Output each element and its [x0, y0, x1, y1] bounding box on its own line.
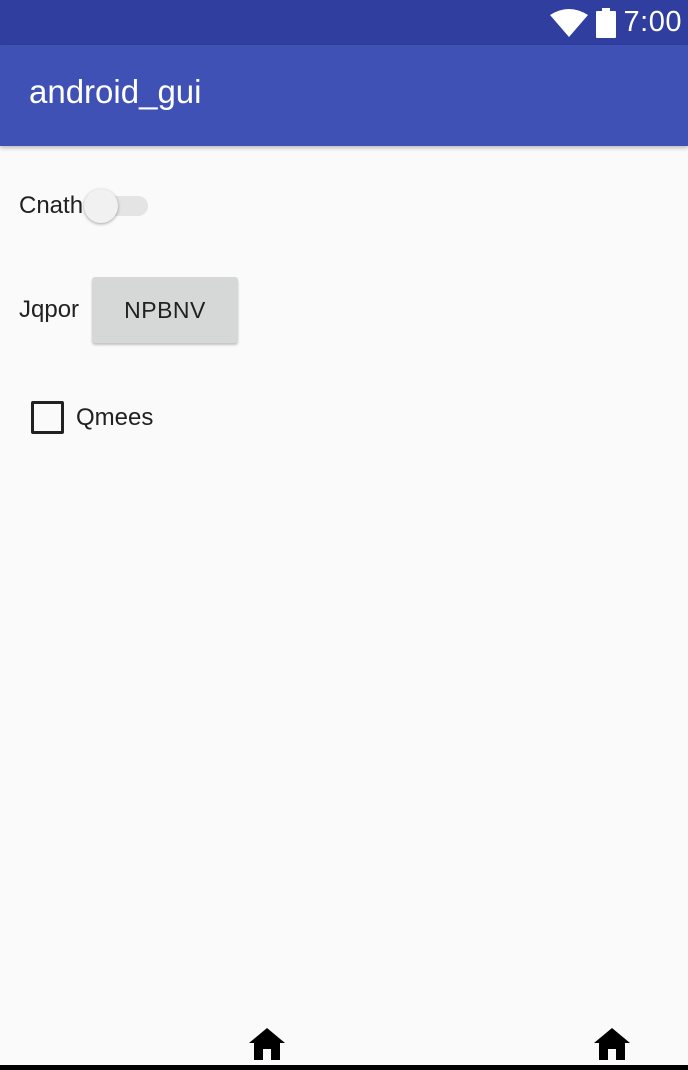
npbnv-button[interactable]: NPBNV: [92, 277, 238, 343]
home-icon[interactable]: [594, 1028, 630, 1060]
status-bar: 7:00: [0, 0, 688, 45]
home-icon[interactable]: [249, 1028, 285, 1060]
checkbox-label[interactable]: Qmees: [76, 404, 153, 432]
button-row-label: Jqpor: [19, 296, 80, 323]
cnath-switch[interactable]: [82, 188, 152, 224]
app-bar: android_gui: [0, 45, 688, 146]
status-time: 7:00: [623, 6, 682, 38]
app-screen: 7:00 android_gui Cnath Jqpor NPBNV Qmees: [0, 0, 688, 1070]
wifi-icon: [549, 8, 588, 37]
qmees-checkbox[interactable]: [31, 401, 64, 434]
bottom-edge: [0, 1065, 688, 1070]
app-title: android_gui: [29, 73, 202, 110]
status-icons: 7:00: [549, 0, 682, 45]
switch-thumb: [84, 189, 118, 223]
navigation-bar: [0, 1010, 688, 1070]
battery-icon: [595, 7, 616, 38]
switch-label: Cnath: [19, 192, 84, 219]
